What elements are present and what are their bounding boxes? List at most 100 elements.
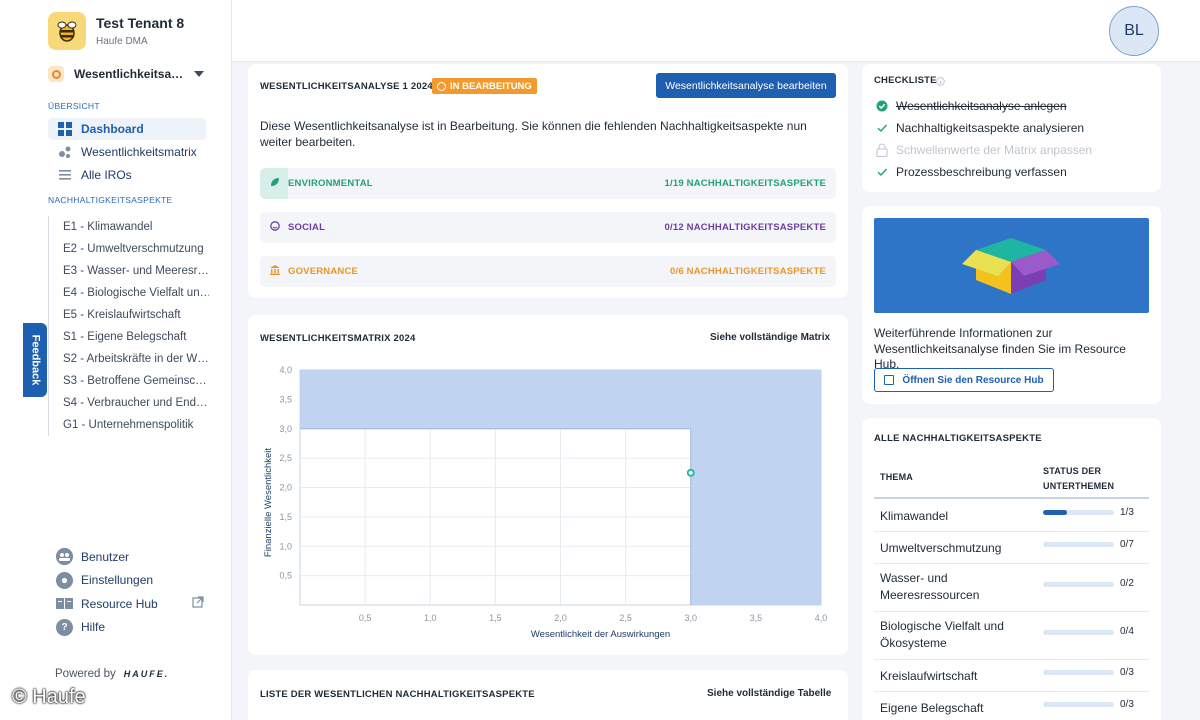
bottom-nav: Benutzer Einstellungen Resource Hub ? Hi…	[56, 545, 204, 639]
institution-icon	[270, 265, 282, 278]
smiley-icon	[270, 221, 282, 234]
feedback-tab[interactable]: Feedback	[23, 323, 47, 397]
edit-analysis-button[interactable]: Wesentlichkeitsanalyse bearbeiten	[656, 73, 836, 98]
check-icon	[876, 166, 888, 178]
checklist-item-thresholds: Schwellenwerte der Matrix anpassen	[876, 142, 1092, 158]
status-badge: IN BEARBEITUNG	[432, 78, 537, 94]
copyright-watermark: © Haufe	[12, 686, 86, 708]
row-progress-bar	[1043, 630, 1114, 635]
sidebar-item-s2[interactable]: S2 - Arbeitskräfte in der W…	[49, 348, 209, 370]
sidebar-item-e5[interactable]: E5 - Kreislaufwirtschaft	[49, 304, 209, 326]
sidebar-item-e1[interactable]: E1 - Klimawandel	[49, 216, 209, 238]
row-name: Wasser- und Meeresressourcen	[880, 571, 980, 602]
row-progress-bar	[1043, 670, 1114, 675]
row-progress-bar	[1043, 702, 1114, 707]
y-tick-label: 1,5	[279, 512, 292, 522]
overview-section-label: ÜBERSICHT	[48, 101, 100, 111]
analysis-description: Diese Wesentlichkeitsanalyse ist in Bear…	[260, 119, 807, 149]
sidebar-item-e2[interactable]: E2 - Umweltverschmutzung	[49, 238, 209, 260]
in-progress-icon	[48, 66, 64, 82]
checklist-item-create: Wesentlichkeitsanalyse anlegen	[876, 98, 1067, 114]
nav-help[interactable]: ? Hilfe	[56, 616, 204, 640]
nav-matrix[interactable]: Wesentlichkeitsmatrix	[48, 141, 206, 163]
x-axis-label: Wesentlichkeit der Auswirkungen	[531, 629, 670, 640]
aspects-table-title: ALLE NACHHALTIGKEITSASPEKTE	[874, 433, 1042, 444]
nav-settings[interactable]: Einstellungen	[56, 569, 204, 593]
checklist-item-analyze: Nachhaltigkeitsaspekte analysieren	[876, 120, 1084, 136]
row-name: Biologische Vielfalt und Ökosysteme	[880, 619, 1004, 650]
external-link-icon	[884, 375, 895, 385]
y-tick-label: 3,0	[279, 424, 292, 434]
column-theme: THEMA	[880, 472, 913, 482]
category-environmental[interactable]: ENVIRONMENTAL 1/19 NACHHALTIGKEITSASPEKT…	[260, 168, 836, 199]
nav-resource-hub[interactable]: Resource Hub	[56, 592, 204, 616]
row-count: 0/7	[1120, 539, 1134, 550]
checklist-item-process-label: Prozessbeschreibung verfassen	[896, 165, 1067, 179]
sidebar-item-s3[interactable]: S3 - Betroffene Gemeinsc…	[49, 370, 209, 392]
tenant-subtitle: Haufe DMA	[96, 36, 148, 47]
category-governance[interactable]: GOVERNANCE 0/6 NACHHALTIGKEITSASPEKTE	[260, 256, 836, 287]
open-resource-hub-button[interactable]: Öffnen Sie den Resource Hub	[874, 368, 1054, 392]
row-progress-bar	[1043, 510, 1114, 515]
data-point	[686, 468, 695, 477]
resource-hub-text: Weiterführende Informationen zur Wesentl…	[874, 326, 1126, 371]
row-name: Kreislaufwirtschaft	[880, 669, 978, 683]
book-icon	[56, 595, 73, 612]
aspects-section-label: NACHHALTIGKEITSASPEKTE	[48, 195, 173, 205]
chevron-down-icon	[194, 71, 204, 77]
info-icon	[936, 73, 945, 91]
sidebar-item-s4[interactable]: S4 - Verbraucher und End…	[49, 392, 209, 414]
table-row[interactable]: Umweltverschmutzung 0/7	[874, 532, 1149, 564]
table-row[interactable]: Biologische Vielfalt und Ökosysteme 0/4	[874, 612, 1149, 660]
row-name: Umweltverschmutzung	[880, 541, 1002, 555]
nav-users-label: Benutzer	[81, 549, 130, 564]
analysis-title: WESENTLICHKEITSANALYSE 1 2024	[260, 81, 433, 92]
analysis-select-label: Wesentlichkeitsa…	[74, 67, 184, 81]
sidebar-item-s1[interactable]: S1 - Eigene Belegschaft	[49, 326, 209, 348]
x-tick-label: 3,5	[750, 613, 763, 623]
y-tick-label: 0,5	[279, 571, 292, 581]
tenant-switcher[interactable]: Test Tenant 8 Haufe DMA	[48, 12, 184, 50]
user-avatar[interactable]: BL	[1109, 6, 1159, 56]
checklist-item-thresholds-label: Schwellenwerte der Matrix anpassen	[896, 143, 1093, 157]
sidebar-item-e4[interactable]: E4 - Biologische Vielfalt un…	[49, 282, 209, 304]
top-bar	[232, 0, 1200, 62]
sidebar-item-g1[interactable]: G1 - Unternehmenspolitik	[49, 414, 209, 436]
material-region-impact	[690, 428, 821, 605]
sidebar-item-e3[interactable]: E3 - Wasser- und Meeresr…	[49, 260, 209, 282]
y-tick-label: 3,5	[279, 394, 292, 404]
resource-hub-banner	[874, 218, 1149, 313]
row-count: 1/3	[1120, 507, 1134, 518]
full-table-link[interactable]: Siehe vollständige Tabelle	[707, 688, 831, 699]
aspects-table-header: THEMA STATUS DER UNTERTHEMEN	[874, 456, 1149, 499]
analysis-select[interactable]: Wesentlichkeitsa…	[48, 64, 204, 84]
table-row[interactable]: Wasser- und Meeresressourcen 0/2	[874, 564, 1149, 612]
gear-icon	[56, 571, 73, 589]
y-tick-label: 1,0	[279, 541, 292, 551]
matrix-title: WESENTLICHKEITSMATRIX 2024	[260, 333, 416, 344]
row-name: Klimawandel	[880, 509, 949, 523]
checklist-item-create-label: Wesentlichkeitsanalyse anlegen	[896, 99, 1067, 113]
nav-users[interactable]: Benutzer	[56, 545, 204, 569]
row-count: 0/3	[1120, 699, 1134, 710]
nav-dashboard[interactable]: Dashboard	[48, 118, 206, 140]
table-row[interactable]: Eigene Belegschaft 0/3	[874, 692, 1149, 720]
list-title: LISTE DER WESENTLICHEN NACHHALTIGKEITSAS…	[260, 689, 535, 700]
external-link-icon	[192, 596, 204, 611]
table-row[interactable]: Klimawandel 1/3	[874, 500, 1149, 532]
category-social[interactable]: SOCIAL 0/12 NACHHALTIGKEITSASPEKTE	[260, 212, 836, 243]
nav-dashboard-label: Dashboard	[81, 122, 144, 136]
nav-all-iros[interactable]: Alle IROs	[48, 164, 206, 186]
category-environmental-name: ENVIRONMENTAL	[288, 178, 373, 189]
table-row[interactable]: Kreislaufwirtschaft 0/3	[874, 660, 1149, 692]
checklist-item-process: Prozessbeschreibung verfassen	[876, 164, 1067, 180]
haufe-logo: HAUFE.	[123, 669, 170, 679]
aspect-list: E1 - Klimawandel E2 - Umweltverschmutzun…	[48, 216, 209, 436]
category-governance-name: GOVERNANCE	[288, 266, 359, 277]
checklist-item-analyze-label: Nachhaltigkeitsaspekte analysieren	[896, 121, 1085, 135]
full-matrix-link[interactable]: Siehe vollständige Matrix	[710, 332, 830, 343]
nav-all-iros-label: Alle IROs	[81, 168, 132, 182]
in-progress-icon	[437, 81, 446, 91]
material-region-financial	[300, 370, 821, 429]
row-progress-bar	[1043, 582, 1114, 587]
